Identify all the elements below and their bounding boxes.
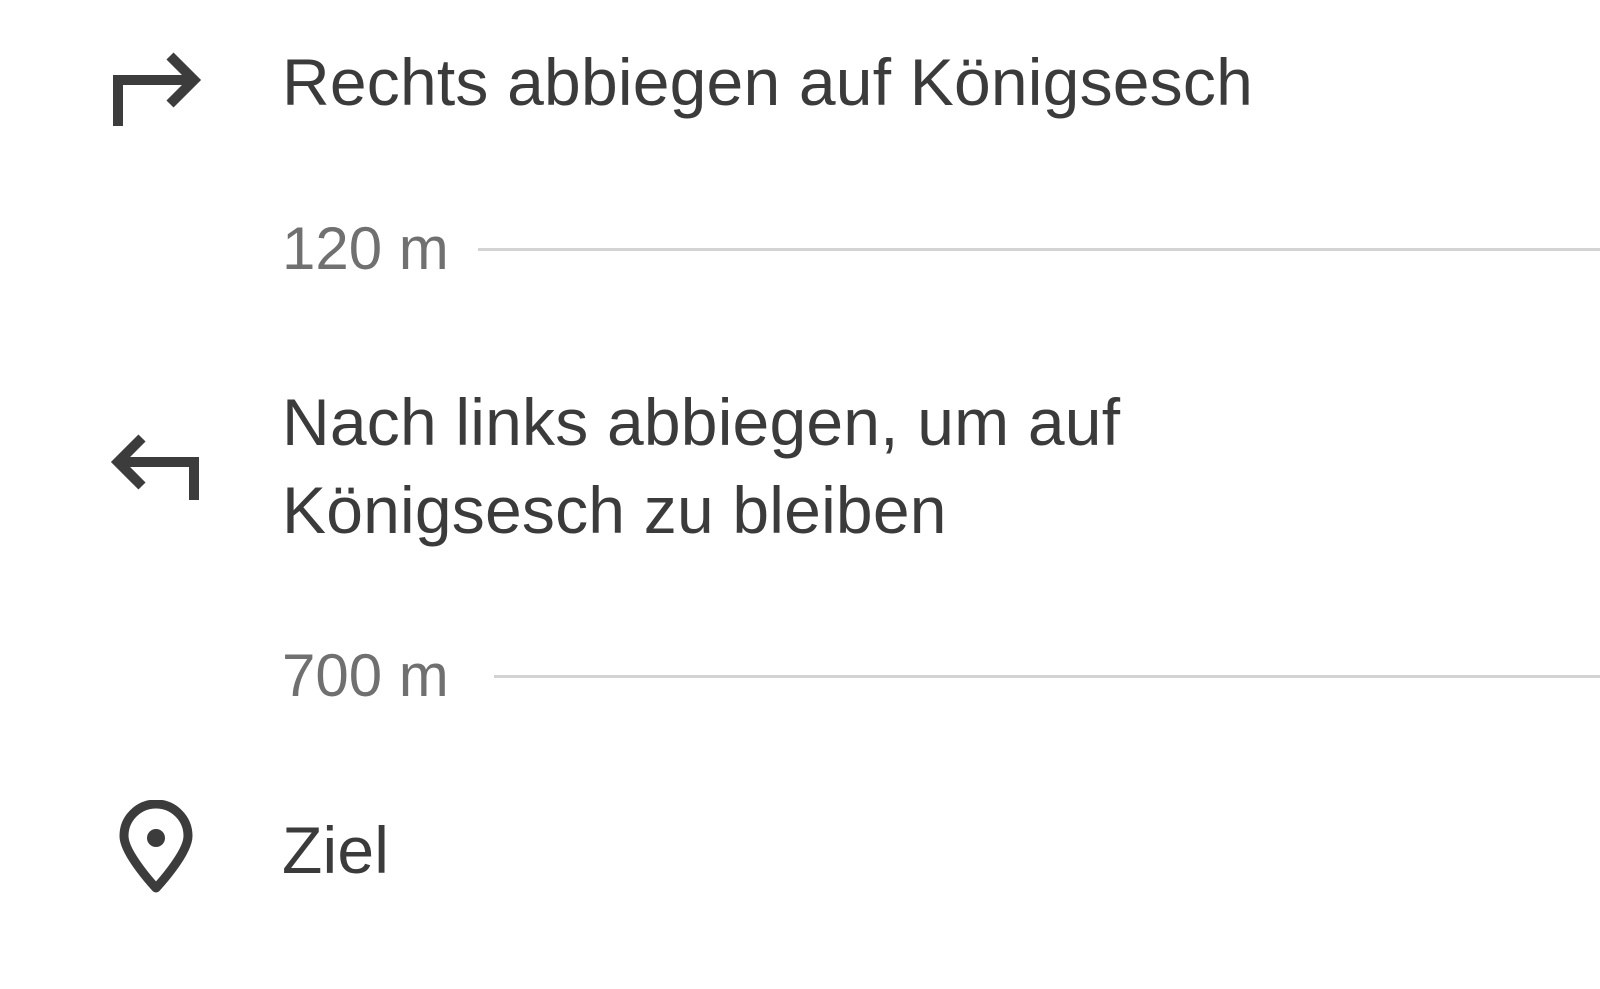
step-instruction: Ziel bbox=[282, 806, 389, 894]
direction-step-destination[interactable]: Ziel bbox=[0, 800, 1600, 900]
location-pin-icon bbox=[112, 800, 200, 896]
step-instruction: Nach links abbiegen, um auf Königsesch z… bbox=[282, 378, 1120, 554]
distance-label: 700 m bbox=[282, 642, 449, 709]
turn-right-icon bbox=[108, 36, 204, 132]
step-instruction-line: Rechts abbiegen auf Königsesch bbox=[282, 45, 1253, 119]
step-instruction-line: Ziel bbox=[282, 813, 390, 887]
distance-separator: 700 m bbox=[282, 641, 1600, 711]
direction-step-turn-right[interactable]: Rechts abbiegen auf Königsesch bbox=[0, 30, 1600, 130]
divider bbox=[494, 675, 1600, 678]
distance-label: 120 m bbox=[282, 215, 449, 282]
distance-separator: 120 m bbox=[282, 214, 1600, 284]
divider bbox=[478, 248, 1600, 251]
step-instruction-line: Königsesch zu bleiben bbox=[282, 473, 947, 547]
direction-step-turn-left[interactable]: Nach links abbiegen, um auf Königsesch z… bbox=[0, 376, 1600, 556]
step-instruction: Rechts abbiegen auf Königsesch bbox=[282, 38, 1253, 126]
step-instruction-line: Nach links abbiegen, um auf bbox=[282, 385, 1121, 459]
turn-left-icon bbox=[108, 418, 204, 514]
